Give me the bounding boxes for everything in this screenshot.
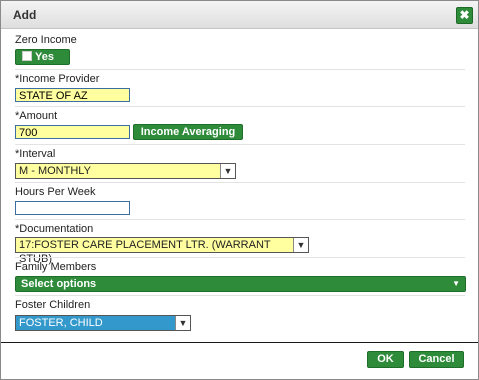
divider [15,182,465,183]
foster-children-select[interactable]: FOSTER, CHILD ▼ [15,315,191,331]
income-provider-section: *Income Provider [15,73,467,85]
close-button[interactable]: ✖ [456,7,473,24]
foster-children-value: FOSTER, CHILD [19,317,103,329]
documentation-label: *Documentation [15,223,94,235]
divider [15,106,465,107]
foster-children-label: Foster Children [15,299,91,311]
dialog-title: Add [13,8,37,22]
interval-label: *Interval [15,148,56,160]
family-members-placeholder: Select options [21,278,97,290]
amount-input[interactable]: 700 [15,125,130,139]
ok-button[interactable]: OK [367,351,404,368]
divider [15,219,465,220]
hours-per-week-input[interactable] [15,201,130,215]
add-dialog: Add ✖ Zero Income Yes *Income Provider S… [0,0,479,380]
amount-section: *Amount [15,110,467,122]
foster-children-section: Foster Children [15,299,467,311]
chevron-down-icon: ▼ [452,279,460,288]
chevron-down-icon: ▼ [293,238,308,252]
amount-label: *Amount [15,110,58,122]
interval-section: *Interval [15,148,467,160]
footer-divider [1,342,478,343]
documentation-select[interactable]: 17:FOSTER CARE PLACEMENT LTR. (WARRANT S… [15,237,309,265]
chevron-down-icon: ▼ [220,164,235,178]
dialog-titlebar: Add ✖ [1,1,478,29]
documentation-section: *Documentation [15,223,467,235]
interval-select[interactable]: M - MONTHLY ▼ [15,163,236,179]
checkbox-icon [22,51,32,61]
family-members-label: Family Members [15,261,97,273]
cancel-button[interactable]: Cancel [409,351,464,368]
income-provider-input[interactable]: STATE OF AZ [15,88,130,102]
family-members-section: Family Members [15,261,467,273]
interval-value: M - MONTHLY [19,165,91,177]
hours-per-week-label: Hours Per Week [15,186,96,198]
hours-per-week-section: Hours Per Week [15,186,467,198]
zero-income-label: Zero Income [15,34,77,46]
zero-income-toggle-button[interactable]: Yes [15,49,70,65]
income-provider-label: *Income Provider [15,73,100,85]
chevron-down-icon: ▼ [175,316,190,330]
zero-income-toggle-label: Yes [35,51,54,63]
family-members-multiselect[interactable]: Select options ▼ [15,276,466,292]
divider [15,295,465,296]
divider [15,69,465,70]
divider [15,144,465,145]
close-icon: ✖ [459,8,470,22]
divider [15,257,465,258]
income-averaging-button[interactable]: Income Averaging [133,124,243,140]
zero-income-section: Zero Income [15,34,467,46]
